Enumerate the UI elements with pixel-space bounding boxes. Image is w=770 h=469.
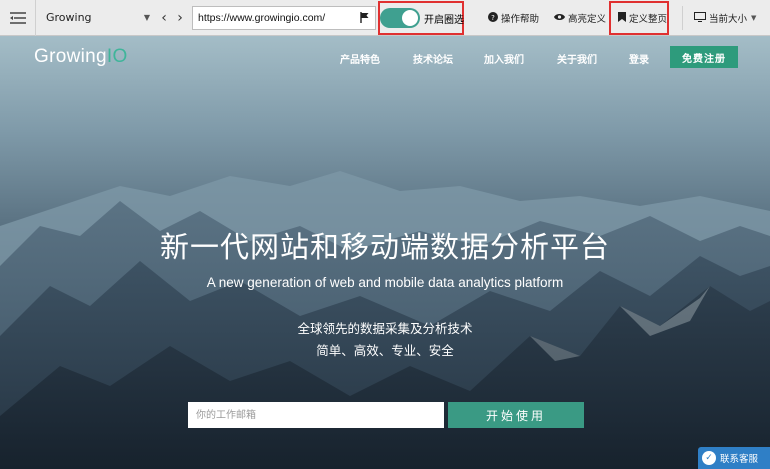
site-navbar: GrowingIO 产品特色 技术论坛 加入我们 关于我们 登录 免费注册 [0,36,770,78]
highlight-label: 高亮定义 [568,14,607,25]
define-page-label: 定义整页 [629,14,668,25]
monitor-icon [694,11,706,25]
svg-text:?: ? [491,14,495,22]
growingio-logo[interactable]: GrowingIO [34,46,128,68]
nav-link-login[interactable]: 登录 [629,51,649,66]
hero-headline: 新一代网站和移动端数据分析平台 [159,230,610,264]
url-field[interactable]: https://www.growingio.com/ [192,5,376,30]
viewport-selector[interactable]: 当前大小 ▼ [694,0,756,36]
toggle-switch[interactable] [380,8,420,28]
menu-icon[interactable] [0,0,36,36]
website-hero: GrowingIO 产品特色 技术论坛 加入我们 关于我们 登录 免费注册 新一… [0,36,770,469]
hero-subline: A new generation of web and mobile data … [206,275,564,290]
project-name: Growing [46,11,92,24]
support-label: 联系客服 [720,454,759,465]
nav-link-forum[interactable]: 技术论坛 [413,51,453,66]
chevron-down-icon: ▼ [143,13,150,22]
support-button[interactable]: ✓ 联系客服 [698,447,770,469]
project-selector[interactable]: Growing ▼ [36,11,156,24]
hero-tagline-2: 简单、高效、专业、安全 [316,343,454,358]
forward-arrow-icon[interactable]: › [172,10,188,26]
nav-link-features[interactable]: 产品特色 [340,51,380,66]
url-text: https://www.growingio.com/ [198,11,326,24]
start-button[interactable]: 开始使用 [448,402,584,428]
circle-select-toggle[interactable]: 开启圈选 [380,0,464,36]
hero-tagline-1: 全球领先的数据采集及分析技术 [297,321,473,336]
help-button[interactable]: ? 操作帮助 [488,0,539,36]
highlight-button[interactable]: 高亮定义 [554,0,606,36]
back-arrow-icon[interactable]: ‹ [156,10,172,26]
bookmark-icon [618,11,626,25]
logo-io: IO [106,46,128,67]
help-label: 操作帮助 [501,14,540,25]
signup-button[interactable]: 免费注册 [670,46,738,68]
chevron-down-icon: ▼ [751,14,757,22]
email-input[interactable] [188,402,444,428]
viewport-label: 当前大小 [709,14,748,25]
flag-icon[interactable] [360,12,370,23]
toolbar-divider [682,6,683,30]
define-page-button[interactable]: 定义整页 [618,0,667,36]
nav-link-about[interactable]: 关于我们 [557,51,597,66]
chat-icon: ✓ [702,451,716,465]
question-icon: ? [488,11,498,25]
logo-text: Growing [34,46,107,67]
nav-link-join[interactable]: 加入我们 [484,51,524,66]
toggle-label: 开启圈选 [424,14,464,26]
eye-icon [554,13,565,24]
